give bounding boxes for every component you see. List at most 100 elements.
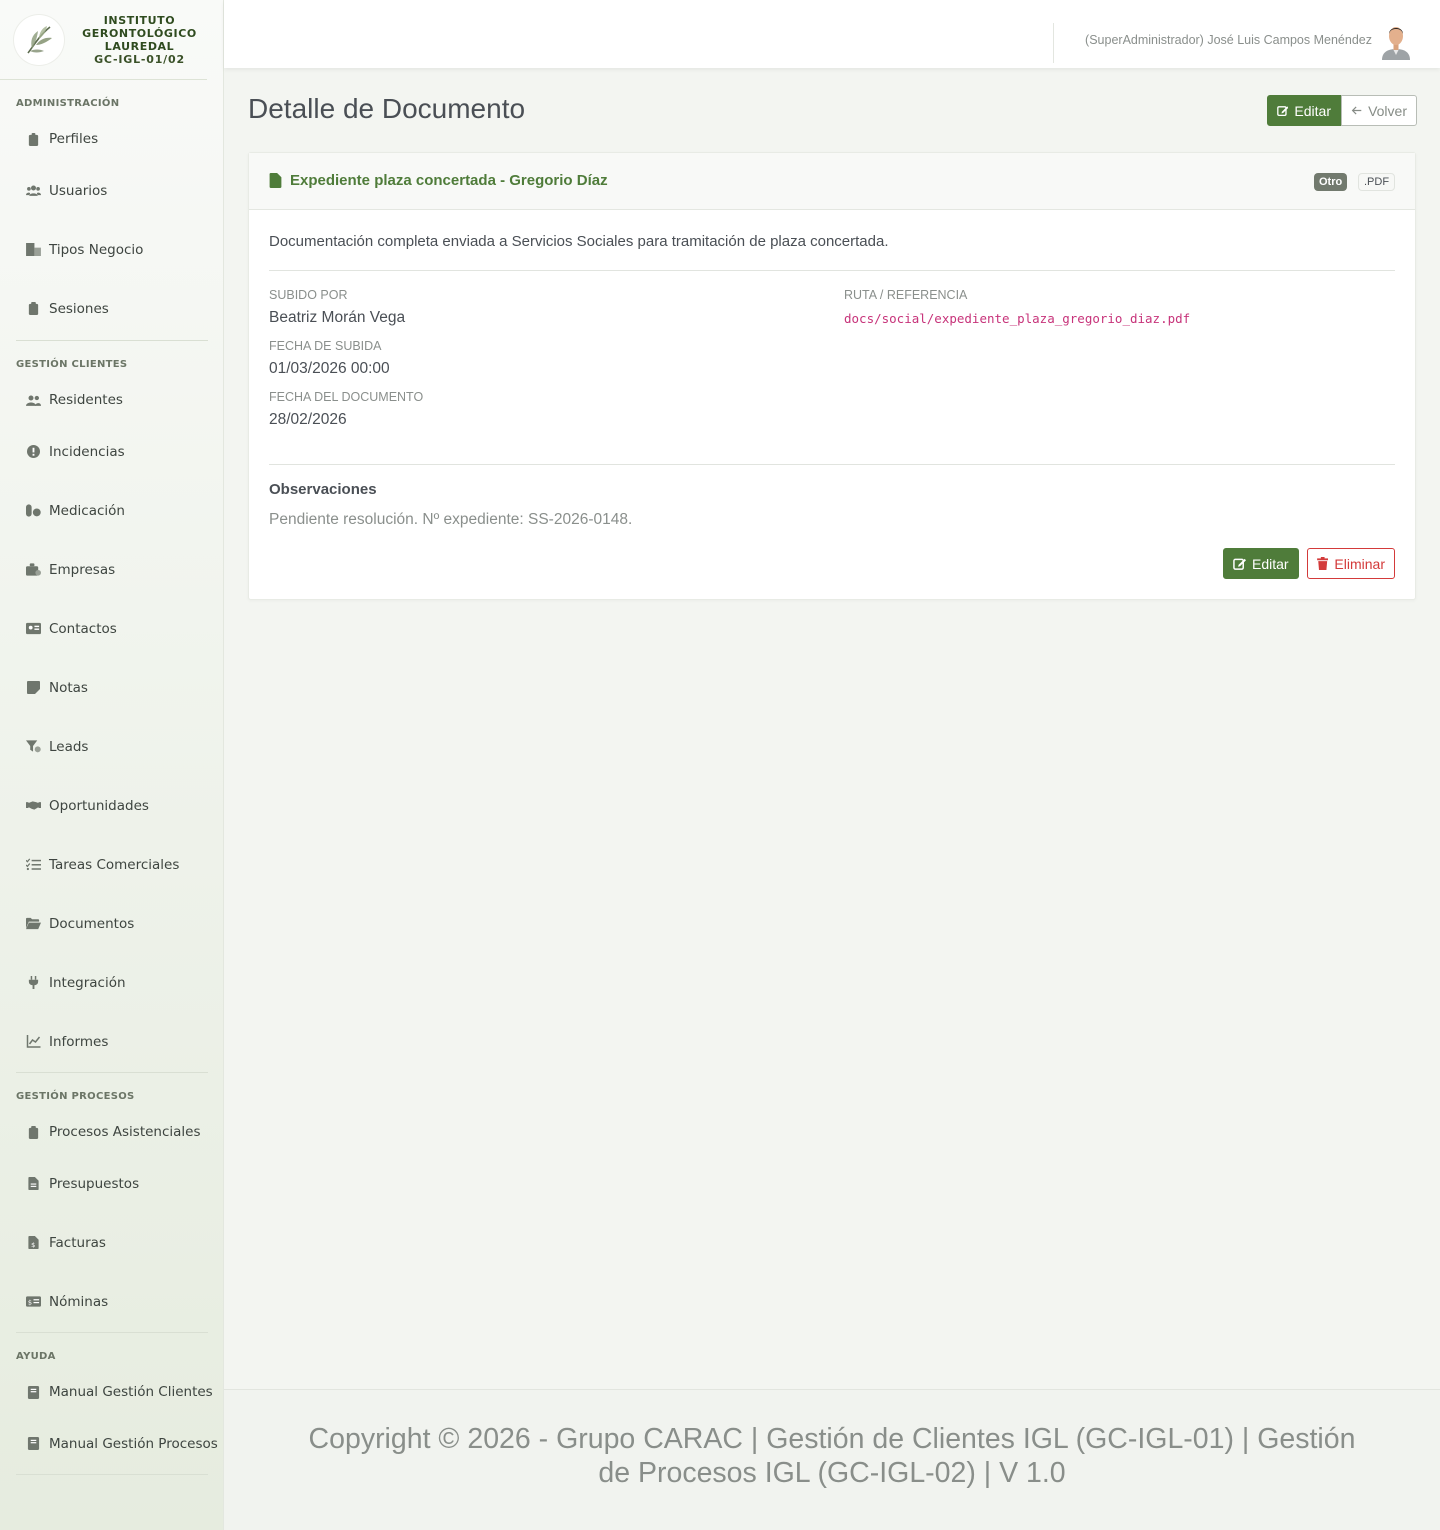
sidebar-item-empresas[interactable]: Empresas — [0, 540, 223, 599]
observations-text: Pendiente resolución. Nº expediente: SS-… — [269, 511, 633, 528]
uploaded-by-value: Beatriz Morán Vega — [269, 309, 406, 326]
sidebar-item-label: Tareas Comerciales — [49, 856, 180, 873]
address-card-icon — [24, 622, 42, 636]
brand-name: INSTITUTO GERONTOLÓGICO LAUREDAL GC-IGL-… — [64, 14, 207, 66]
card-edit-label: Editar — [1252, 555, 1289, 572]
svg-text:$: $ — [27, 1298, 31, 1306]
sidebar-item-documentos[interactable]: Documentos — [0, 894, 223, 953]
upload-date-label: FECHA DE SUBIDA — [269, 339, 382, 353]
sidebar-item-facturas[interactable]: $ Facturas — [0, 1213, 223, 1272]
extension-badge: .PDF — [1358, 173, 1396, 191]
sidebar-item-presupuestos[interactable]: Presupuestos — [0, 1154, 223, 1213]
briefcase-icon — [24, 563, 42, 577]
svg-text:$: $ — [31, 1241, 35, 1249]
sidebar-item-label: Manual Gestión Procesos — [49, 1435, 218, 1452]
document-card: Expediente plaza concertada - Gregorio D… — [248, 152, 1416, 600]
arrow-left-icon — [1351, 106, 1362, 115]
sidebar-item-usuarios[interactable]: Usuarios — [0, 161, 223, 220]
sidebar-item-perfiles[interactable]: Perfiles — [0, 117, 223, 161]
brand-line-1: INSTITUTO — [103, 13, 176, 27]
footer-copyright: Copyright © 2026 - Grupo CARAC | Gestión… — [308, 1423, 1356, 1489]
delete-button-label: Eliminar — [1334, 555, 1385, 572]
brand-line-2: GERONTOLÓGICO — [82, 26, 197, 40]
upload-date-value: 01/03/2026 00:00 — [269, 360, 390, 377]
section-title-gestion-clientes: GESTIÓN CLIENTES — [16, 359, 128, 370]
sidebar-item-label: Perfiles — [49, 131, 99, 147]
document-title: Expediente plaza concertada - Gregorio D… — [269, 172, 608, 189]
sidebar-item-informes[interactable]: Informes — [0, 1012, 223, 1071]
sidebar-item-sesiones[interactable]: Sesiones — [0, 279, 223, 338]
observations-title: Observaciones — [269, 481, 377, 498]
folder-open-icon — [24, 917, 42, 931]
edit-icon — [1233, 558, 1246, 570]
user-menu-name[interactable]: (SuperAdministrador) José Luis Campos Me… — [1085, 33, 1372, 47]
divider — [269, 270, 1395, 271]
sidebar-item-label: Presupuestos — [49, 1175, 140, 1192]
document-title-text: Expediente plaza concertada - Gregorio D… — [290, 172, 608, 189]
sidebar-item-label: Incidencias — [49, 443, 125, 460]
type-badge: Otro — [1314, 173, 1348, 191]
sidebar-item-label: Oportunidades — [49, 797, 149, 814]
section-title-administracion: ADMINISTRACIÓN — [16, 98, 120, 109]
delete-button[interactable]: Eliminar — [1307, 548, 1395, 579]
sidebar-divider — [16, 1474, 208, 1475]
sidebar-item-notas[interactable]: Notas — [0, 658, 223, 717]
edit-icon — [1277, 106, 1289, 117]
topbar-separator — [1053, 23, 1054, 63]
sidebar-item-nominas[interactable]: $ Nóminas — [0, 1272, 223, 1331]
section-title-ayuda: AYUDA — [16, 1351, 56, 1362]
document-date-value: 28/02/2026 — [269, 411, 347, 428]
sidebar-item-integracion[interactable]: Integración — [0, 953, 223, 1012]
user-group-icon — [24, 393, 42, 407]
book-icon — [24, 1437, 42, 1451]
sidebar-item-procesos-asistenciales[interactable]: Procesos Asistenciales — [0, 1110, 223, 1154]
back-button-label: Volver — [1368, 102, 1407, 119]
divider — [269, 464, 1395, 465]
avatar[interactable] — [1380, 22, 1412, 60]
sidebar-item-label: Tipos Negocio — [49, 241, 144, 258]
list-check-icon — [24, 858, 42, 872]
sidebar-item-oportunidades[interactable]: Oportunidades — [0, 776, 223, 835]
uploaded-by-label: SUBIDO POR — [269, 288, 348, 302]
sidebar-item-label: Manual Gestión Clientes — [49, 1384, 213, 1400]
path-value: docs/social/expediente_plaza_gregorio_di… — [844, 311, 1191, 326]
document-description: Documentación completa enviada a Servici… — [269, 233, 889, 250]
card-edit-button[interactable]: Editar — [1223, 548, 1299, 579]
users-icon — [24, 184, 42, 198]
sidebar-item-label: Empresas — [49, 561, 116, 578]
sidebar-item-medicacion[interactable]: Medicación — [0, 481, 223, 540]
brand-logo-icon — [14, 14, 64, 65]
file-icon — [269, 173, 282, 188]
sidebar-item-contactos[interactable]: Contactos — [0, 599, 223, 658]
back-button[interactable]: Volver — [1341, 95, 1417, 126]
sidebar-item-manual-gestion-clientes[interactable]: Manual Gestión Clientes — [0, 1370, 223, 1414]
card-header: Expediente plaza concertada - Gregorio D… — [249, 153, 1415, 210]
footer: Copyright © 2026 - Grupo CARAC | Gestión… — [224, 1389, 1440, 1530]
plug-icon — [24, 976, 42, 990]
chart-line-icon — [24, 1035, 42, 1049]
sidebar-item-label: Contactos — [49, 620, 117, 637]
sidebar-item-label: Notas — [49, 679, 88, 696]
book-icon — [24, 1385, 42, 1399]
sidebar-item-tipos-negocio[interactable]: Tipos Negocio — [0, 220, 223, 279]
id-badge-icon — [24, 132, 42, 146]
building-icon — [24, 243, 42, 257]
trash-icon — [1317, 557, 1329, 570]
sidebar: INSTITUTO GERONTOLÓGICO LAUREDAL GC-IGL-… — [0, 0, 224, 1530]
sidebar-item-leads[interactable]: Leads — [0, 717, 223, 776]
sidebar-item-residentes[interactable]: Residentes — [0, 378, 223, 422]
clipboard-icon — [24, 302, 42, 316]
sidebar-item-label: Procesos Asistenciales — [49, 1124, 201, 1140]
funnel-icon — [24, 740, 42, 754]
brand[interactable]: INSTITUTO GERONTOLÓGICO LAUREDAL GC-IGL-… — [0, 0, 207, 80]
sidebar-item-manual-gestion-procesos[interactable]: Manual Gestión Procesos — [0, 1414, 223, 1473]
sidebar-item-tareas-comerciales[interactable]: Tareas Comerciales — [0, 835, 223, 894]
clipboard-icon — [24, 1125, 42, 1139]
document-date-label: FECHA DEL DOCUMENTO — [269, 390, 424, 404]
sidebar-item-label: Residentes — [49, 392, 123, 408]
edit-button-label: Editar — [1294, 102, 1331, 119]
topbar: (SuperAdministrador) José Luis Campos Me… — [224, 0, 1440, 68]
sticky-note-icon — [24, 681, 42, 695]
edit-button[interactable]: Editar — [1267, 95, 1341, 126]
sidebar-item-incidencias[interactable]: Incidencias — [0, 422, 223, 481]
